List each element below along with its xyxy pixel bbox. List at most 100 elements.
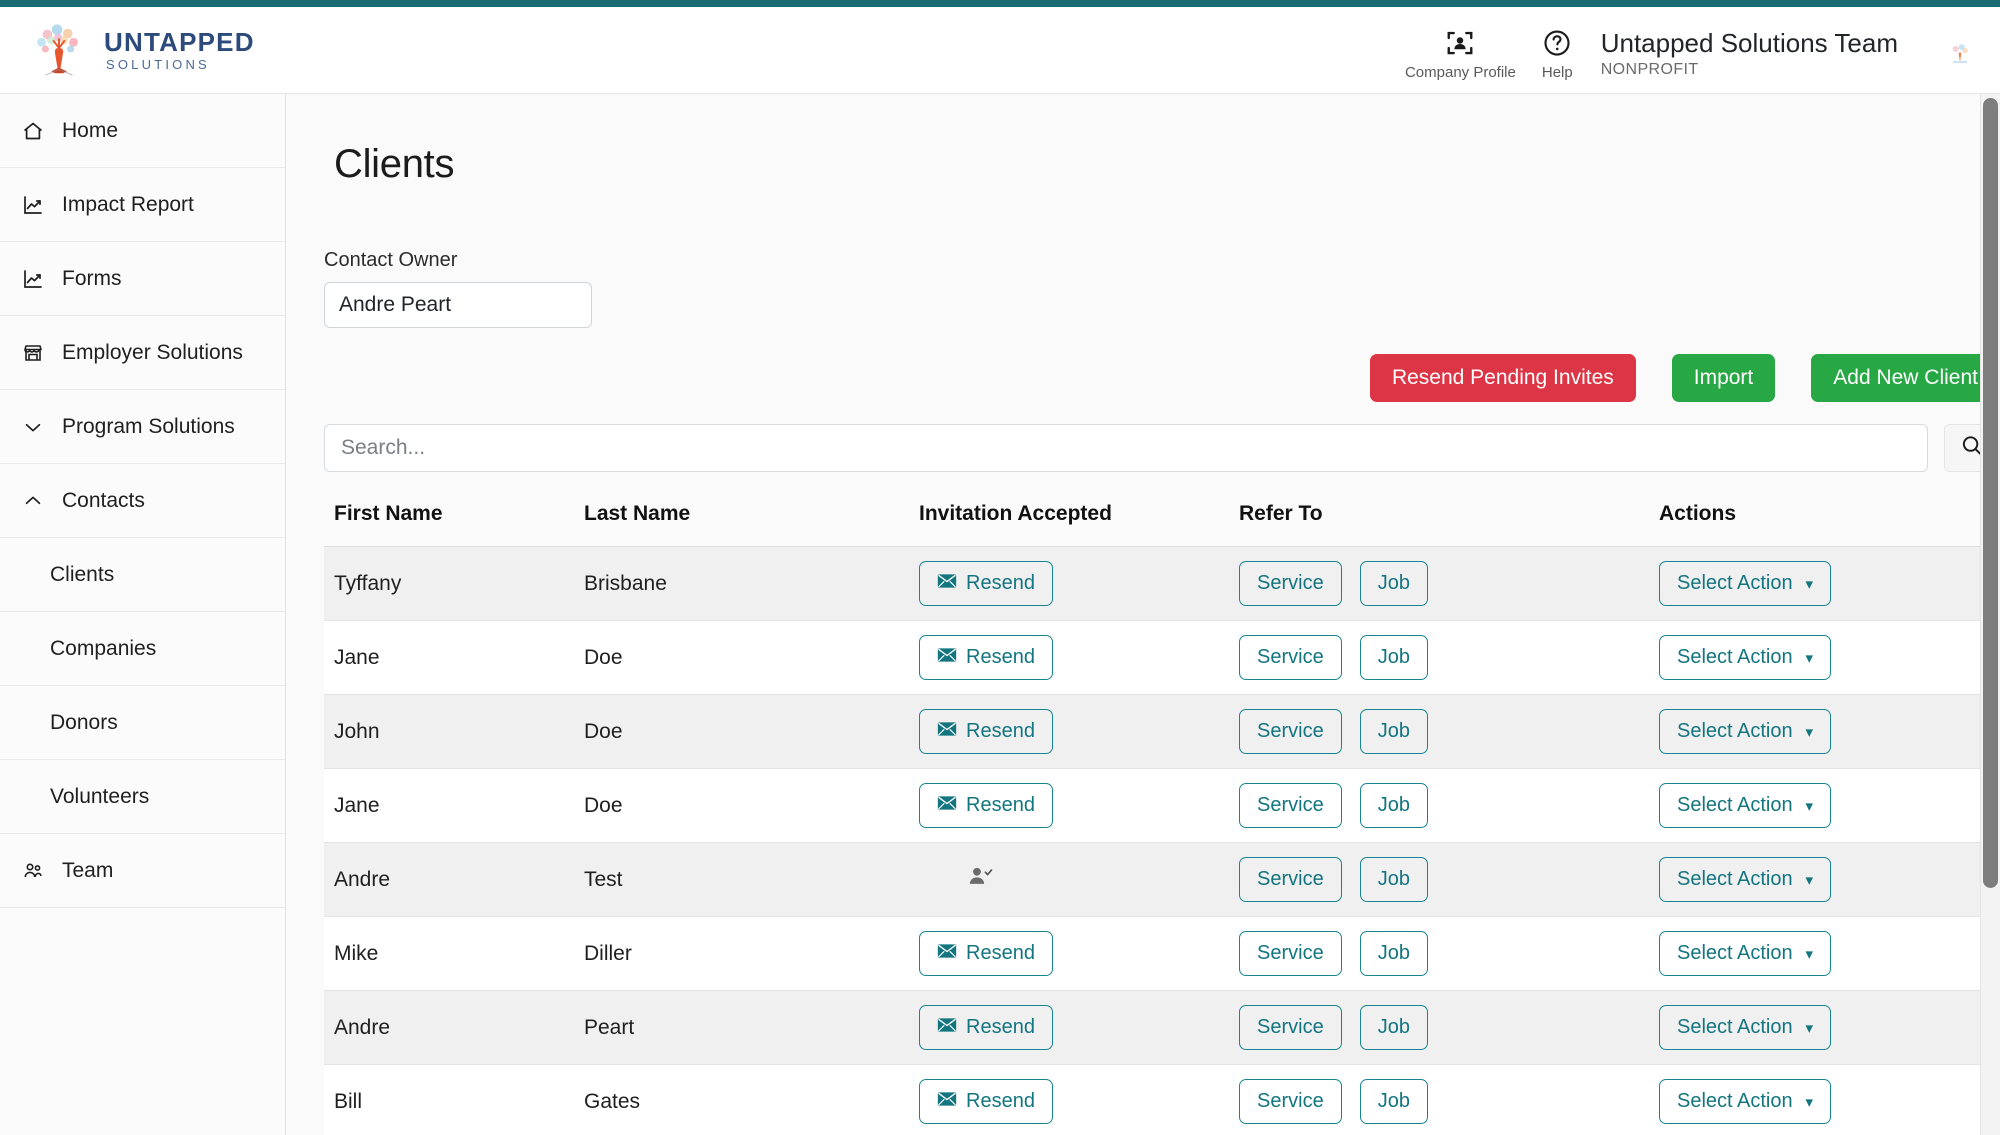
- refer-job-button[interactable]: Job: [1359, 1079, 1428, 1124]
- resend-invite-button[interactable]: Resend: [919, 709, 1053, 754]
- resend-invite-button[interactable]: Resend: [919, 931, 1053, 976]
- refer-service-button[interactable]: Service: [1239, 561, 1342, 606]
- add-new-client-button[interactable]: Add New Client: [1811, 354, 2000, 402]
- table-row: Bill Gates Resend Service Job Select Action ▾: [324, 1064, 1984, 1135]
- sidebar-item-companies[interactable]: Companies: [0, 612, 285, 686]
- resend-invite-button[interactable]: Resend: [919, 561, 1053, 606]
- col-header-actions: Actions: [1649, 502, 1984, 547]
- help-button[interactable]: Help: [1542, 27, 1573, 81]
- resend-label: Resend: [966, 572, 1035, 594]
- cell-actions: Select Action ▾: [1649, 916, 1984, 991]
- cell-actions: Select Action ▾: [1649, 620, 1984, 695]
- refer-job-button[interactable]: Job: [1359, 783, 1428, 828]
- import-button[interactable]: Import: [1671, 354, 1776, 402]
- refer-service-button[interactable]: Service: [1239, 1079, 1342, 1124]
- select-action-dropdown[interactable]: Select Action ▾: [1659, 931, 1831, 976]
- sidebar-item-clients[interactable]: Clients: [0, 538, 285, 612]
- refer-service-button[interactable]: Service: [1239, 857, 1342, 902]
- avatar[interactable]: [1946, 41, 1974, 69]
- contact-owner-select[interactable]: Andre Peart: [324, 282, 592, 328]
- select-action-label: Select Action: [1677, 794, 1793, 816]
- select-action-label: Select Action: [1677, 942, 1793, 964]
- select-action-dropdown[interactable]: Select Action ▾: [1659, 561, 1831, 606]
- vertical-scrollbar-track[interactable]: [1980, 94, 2000, 1135]
- cell-refer-to: Service Job: [1229, 620, 1649, 695]
- organization-info: Untapped Solutions Team NONPROFIT: [1601, 27, 1898, 79]
- resend-label: Resend: [966, 794, 1035, 816]
- sidebar-item-label: Team: [62, 858, 114, 882]
- trend-chart-icon: [20, 266, 46, 292]
- select-action-dropdown[interactable]: Select Action ▾: [1659, 857, 1831, 902]
- cell-invitation-accepted: [909, 842, 1229, 917]
- refer-service-button[interactable]: Service: [1239, 709, 1342, 754]
- company-profile-label: Company Profile: [1404, 64, 1516, 81]
- resend-invite-button[interactable]: Resend: [919, 1079, 1053, 1124]
- resend-pending-invites-button[interactable]: Resend Pending Invites: [1369, 354, 1636, 402]
- chevron-down-icon: ▾: [1805, 1019, 1813, 1037]
- select-action-dropdown[interactable]: Select Action ▾: [1659, 635, 1831, 680]
- refer-service-button[interactable]: Service: [1239, 931, 1342, 976]
- chevron-down-icon: ▾: [1805, 575, 1813, 593]
- cell-last-name: Test: [574, 842, 909, 917]
- table-row: Andre Test Service Job Select Action ▾: [324, 842, 1984, 917]
- sidebar-item-forms[interactable]: Forms: [0, 242, 285, 316]
- header-actions: Company Profile Help Untapped Solutions …: [1405, 19, 2000, 81]
- cell-refer-to: Service Job: [1229, 1064, 1649, 1135]
- sidebar-item-team[interactable]: Team: [0, 834, 285, 908]
- cell-first-name: Tyffany: [324, 546, 574, 621]
- refer-job-button[interactable]: Job: [1359, 931, 1428, 976]
- sidebar-item-home[interactable]: Home: [0, 94, 285, 168]
- table-row: Andre Peart Resend Service Job Select Action ▾: [324, 990, 1984, 1065]
- refer-service-button[interactable]: Service: [1239, 1005, 1342, 1050]
- resend-label: Resend: [966, 942, 1035, 964]
- cell-invitation-accepted: Resend: [909, 694, 1229, 769]
- envelope-icon: [937, 646, 957, 669]
- search-input[interactable]: [324, 424, 1928, 472]
- company-profile-button[interactable]: Company Profile: [1405, 27, 1516, 81]
- sidebar-item-program-solutions[interactable]: Program Solutions: [0, 390, 285, 464]
- refer-job-button[interactable]: Job: [1359, 857, 1428, 902]
- refer-service-button[interactable]: Service: [1239, 783, 1342, 828]
- cell-refer-to: Service Job: [1229, 842, 1649, 917]
- refer-job-button[interactable]: Job: [1359, 1005, 1428, 1050]
- top-accent-bar: [0, 0, 2000, 7]
- person-check-icon: [919, 865, 993, 889]
- cell-last-name: Diller: [574, 916, 909, 991]
- resend-label: Resend: [966, 720, 1035, 742]
- app-header: UNTAPPED SOLUTIONS Company Profile Help …: [0, 7, 2000, 94]
- sidebar-item-contacts[interactable]: Contacts: [0, 464, 285, 538]
- resend-invite-button[interactable]: Resend: [919, 783, 1053, 828]
- col-header-last-name: Last Name: [574, 502, 909, 547]
- select-action-dropdown[interactable]: Select Action ▾: [1659, 709, 1831, 754]
- resend-invite-button[interactable]: Resend: [919, 635, 1053, 680]
- resend-invite-button[interactable]: Resend: [919, 1005, 1053, 1050]
- refer-service-button[interactable]: Service: [1239, 635, 1342, 680]
- sidebar-item-label: Forms: [62, 266, 122, 290]
- sidebar-item-employer-solutions[interactable]: Employer Solutions: [0, 316, 285, 390]
- cell-invitation-accepted: Resend: [909, 546, 1229, 621]
- select-action-label: Select Action: [1677, 1016, 1793, 1038]
- refer-job-button[interactable]: Job: [1359, 709, 1428, 754]
- cell-invitation-accepted: Resend: [909, 916, 1229, 991]
- resend-label: Resend: [966, 646, 1035, 668]
- search-row: [324, 424, 2000, 472]
- refer-job-button[interactable]: Job: [1359, 561, 1428, 606]
- cell-last-name: Doe: [574, 768, 909, 843]
- table-body: Tyffany Brisbane Resend Service Job Select Ac…: [324, 546, 1984, 1135]
- sidebar-item-donors[interactable]: Donors: [0, 686, 285, 760]
- resend-label: Resend: [966, 1016, 1035, 1038]
- chevron-down-icon: ▾: [1805, 723, 1813, 741]
- envelope-icon: [937, 572, 957, 595]
- sidebar-item-impact-report[interactable]: Impact Report: [0, 168, 285, 242]
- cell-last-name: Brisbane: [574, 546, 909, 621]
- select-action-dropdown[interactable]: Select Action ▾: [1659, 1005, 1831, 1050]
- refer-job-button[interactable]: Job: [1359, 635, 1428, 680]
- home-icon: [20, 118, 46, 144]
- vertical-scrollbar-thumb[interactable]: [1983, 98, 1998, 888]
- brand-logo-area[interactable]: UNTAPPED SOLUTIONS: [0, 19, 286, 81]
- cell-invitation-accepted: Resend: [909, 768, 1229, 843]
- sidebar-item-volunteers[interactable]: Volunteers: [0, 760, 285, 834]
- select-action-dropdown[interactable]: Select Action ▾: [1659, 783, 1831, 828]
- select-action-dropdown[interactable]: Select Action ▾: [1659, 1079, 1831, 1124]
- sidebar-item-label: Companies: [50, 636, 157, 660]
